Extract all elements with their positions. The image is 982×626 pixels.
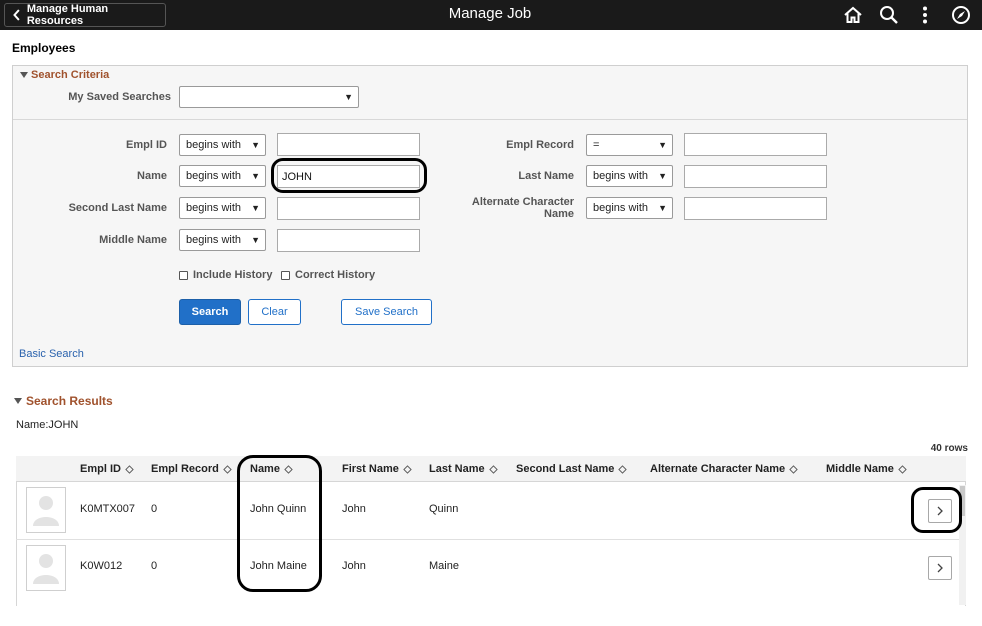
column-header-last-name[interactable]: Last Name (429, 463, 498, 475)
chevron-down-icon: ▼ (658, 140, 667, 150)
column-header-first-name[interactable]: First Name (342, 463, 412, 475)
sort-icon (789, 464, 798, 474)
column-header-empl-id[interactable]: Empl ID (80, 463, 134, 475)
sort-icon (898, 464, 907, 474)
person-silhouette-icon (33, 496, 59, 526)
page-title: Manage Job (448, 5, 532, 22)
more-icon[interactable] (915, 5, 935, 25)
person-silhouette-icon (33, 554, 59, 584)
name-operator-select[interactable]: begins with ▼ (179, 165, 266, 187)
include-history-checkbox[interactable] (179, 271, 188, 280)
sort-icon (125, 464, 134, 474)
cell-last-name: Maine (429, 560, 459, 572)
last-name-label: Last Name (518, 170, 574, 182)
collapse-triangle-icon (14, 398, 22, 404)
empl-id-input[interactable] (277, 133, 420, 156)
empl-id-operator-select[interactable]: begins with ▼ (179, 134, 266, 156)
saved-searches-label: My Saved Searches (68, 91, 171, 103)
rows-count: 40 rows (930, 443, 968, 454)
chevron-down-icon: ▼ (251, 171, 260, 181)
search-criteria-label: Search Criteria (31, 69, 110, 81)
search-criteria-toggle[interactable]: Search Criteria (20, 69, 109, 81)
search-button[interactable]: Search (179, 299, 241, 325)
highlight-box-name-column (237, 455, 322, 592)
cell-first-name: John (342, 503, 366, 515)
sort-icon (488, 464, 498, 474)
sort-icon (618, 464, 628, 474)
highlight-box-row-button (911, 487, 962, 533)
clear-button[interactable]: Clear (248, 299, 301, 325)
second-last-name-input[interactable] (277, 197, 420, 220)
column-header-empl-record[interactable]: Empl Record (151, 463, 232, 475)
row-divider (16, 539, 966, 540)
cell-empl-id: K0MTX007 (80, 503, 136, 515)
column-header-alt-char-name[interactable]: Alternate Character Name (650, 463, 798, 475)
chevron-down-icon: ▼ (344, 92, 353, 102)
empl-record-label: Empl Record (506, 139, 574, 151)
chevron-down-icon: ▼ (251, 140, 260, 150)
middle-name-label: Middle Name (99, 234, 167, 246)
search-results-toggle[interactable]: Search Results (14, 394, 113, 408)
middle-name-operator-select[interactable]: begins with ▼ (179, 229, 266, 251)
cell-first-name: John (342, 560, 366, 572)
alt-char-name-label: Alternate Character Name (471, 196, 574, 220)
last-name-operator-select[interactable]: begins with ▼ (586, 165, 673, 187)
sort-icon (403, 464, 412, 474)
empl-record-input[interactable] (684, 133, 827, 156)
sort-icon (223, 464, 232, 474)
correct-history-checkbox[interactable] (281, 271, 290, 280)
correct-history-label: Correct History (295, 269, 376, 281)
chevron-down-icon: ▼ (658, 203, 667, 213)
cell-empl-record: 0 (151, 503, 158, 515)
empl-id-label: Empl ID (126, 139, 167, 151)
home-icon[interactable] (843, 5, 863, 25)
chevron-down-icon: ▼ (251, 235, 260, 245)
chevron-left-icon (13, 9, 20, 21)
search-results-label: Search Results (26, 394, 113, 408)
back-button-label: Manage Human Resources (26, 3, 109, 27)
divider (13, 119, 967, 120)
name-label: Name (137, 170, 167, 182)
last-name-input[interactable] (684, 165, 827, 188)
column-header-middle-name[interactable]: Middle Name (826, 463, 907, 475)
cell-empl-record: 0 (151, 560, 158, 572)
middle-name-input[interactable] (277, 229, 420, 252)
cell-empl-id: K0W012 (80, 560, 123, 572)
second-last-name-label: Second Last Name (68, 202, 167, 214)
include-history-label: Include History (193, 269, 273, 281)
alt-char-name-operator-select[interactable]: begins with ▼ (586, 197, 673, 219)
employee-photo (26, 487, 66, 533)
cell-last-name: Quinn (429, 503, 459, 515)
employee-photo (26, 545, 66, 591)
column-header-second-last-name[interactable]: Second Last Name (516, 463, 628, 475)
save-search-button[interactable]: Save Search (341, 299, 432, 325)
chevron-down-icon: ▼ (658, 171, 667, 181)
basic-search-link[interactable]: Basic Search (19, 348, 84, 360)
alt-char-name-input[interactable] (684, 197, 827, 220)
second-last-name-operator-select[interactable]: begins with ▼ (179, 197, 266, 219)
results-filter-text: Name:JOHN (16, 419, 79, 431)
highlight-box-name-input (271, 158, 427, 193)
empl-record-operator-select[interactable]: = ▼ (586, 134, 673, 156)
back-button[interactable]: Manage Human Resources (4, 3, 166, 27)
navbar-icon[interactable] (951, 5, 971, 25)
collapse-triangle-icon (20, 72, 28, 78)
row-detail-button[interactable] (928, 556, 952, 580)
chevron-down-icon: ▼ (251, 203, 260, 213)
chevron-right-icon (937, 563, 943, 573)
employees-heading: Employees (12, 41, 76, 55)
saved-searches-select[interactable]: ▼ (179, 86, 359, 108)
search-icon[interactable] (879, 5, 899, 25)
